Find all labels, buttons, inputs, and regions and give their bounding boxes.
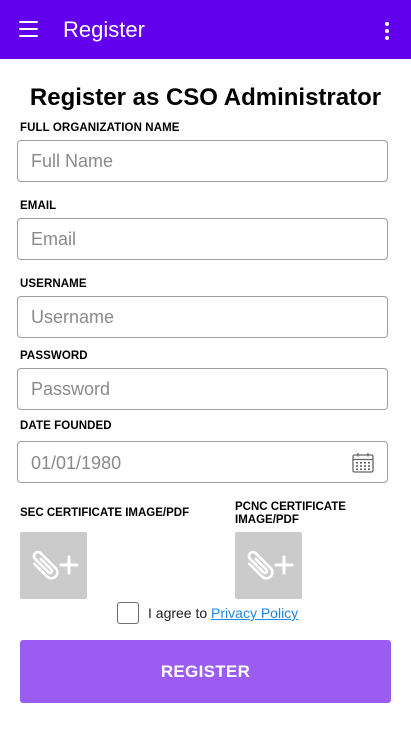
pcnc-certificate-label: PCNC CERTIFICATE IMAGE/PDF xyxy=(235,501,346,526)
username-field-box xyxy=(17,296,388,338)
overflow-menu-button[interactable] xyxy=(377,16,397,44)
register-button-label: REGISTER xyxy=(160,662,251,681)
page-title: Register as CSO Administrator xyxy=(29,84,382,111)
sec-certificate-label: SEC CERTIFICATE IMAGE/PDF xyxy=(20,507,190,519)
more-vert-icon xyxy=(385,22,389,26)
attach-file-add-icon xyxy=(247,550,294,580)
app-bar: Register xyxy=(0,0,411,59)
hamburger-menu-icon xyxy=(19,21,38,24)
hamburger-menu-icon-bar xyxy=(19,35,38,38)
username-label: USERNAME xyxy=(20,278,87,290)
attach-file-add-icon xyxy=(32,550,79,580)
agree-label: I agree to xyxy=(148,605,212,621)
organization-name-field-box xyxy=(17,140,388,182)
more-vert-icon-dot xyxy=(385,29,389,33)
date-founded-value: 01/01/1980 xyxy=(31,453,122,473)
privacy-policy-link[interactable]: Privacy Policy xyxy=(211,605,298,621)
pcnc-certificate-upload-button[interactable] xyxy=(235,532,302,599)
email-field-box xyxy=(17,218,388,260)
password-label: PASSWORD xyxy=(20,350,88,362)
more-vert-icon-dot xyxy=(385,36,389,40)
username-input[interactable] xyxy=(18,297,387,337)
privacy-agreement-text: I agree to Privacy Policy xyxy=(148,605,298,621)
app-bar-title: Register xyxy=(63,17,145,42)
organization-name-input[interactable] xyxy=(18,141,387,181)
organization-name-label: FULL ORGANIZATION NAME xyxy=(20,122,180,134)
register-button[interactable]: REGISTER xyxy=(20,640,391,703)
privacy-agreement-checkbox[interactable] xyxy=(117,602,139,624)
hamburger-menu-icon-bar xyxy=(19,28,38,31)
sec-certificate-upload-button[interactable] xyxy=(20,532,87,599)
email-label: EMAIL xyxy=(20,200,57,212)
menu-button[interactable] xyxy=(16,16,42,42)
date-founded-field[interactable]: 01/01/1980 xyxy=(17,441,388,483)
email-input[interactable] xyxy=(18,219,387,259)
password-field-box xyxy=(17,368,388,410)
password-input[interactable] xyxy=(18,369,387,409)
date-founded-label: DATE FOUNDED xyxy=(20,420,112,432)
calendar-icon[interactable] xyxy=(351,451,375,475)
